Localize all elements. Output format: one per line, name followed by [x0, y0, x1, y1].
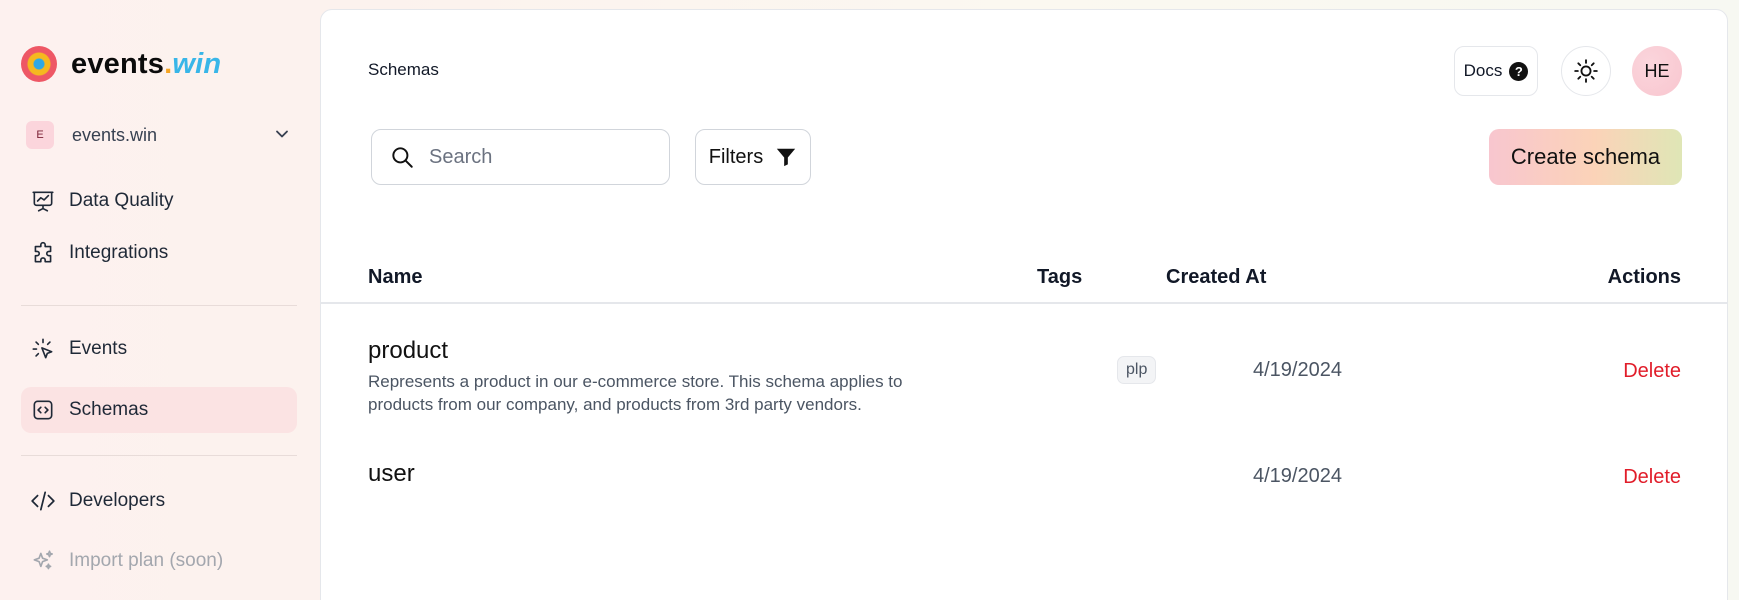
schema-name[interactable]: user — [368, 460, 415, 488]
presentation-chart-icon — [30, 188, 56, 214]
theme-toggle-button[interactable] — [1561, 46, 1611, 96]
brand-name: events.win — [71, 47, 222, 80]
docs-label: Docs — [1463, 61, 1503, 80]
sidebar-item-label: Integrations — [69, 242, 169, 263]
column-header-name[interactable]: Name — [368, 266, 422, 289]
sidebar-item-import-plan: Import plan (soon) — [21, 538, 297, 584]
sidebar-item-data-quality[interactable]: Data Quality — [21, 178, 297, 224]
column-header-created-at[interactable]: Created At — [1166, 266, 1266, 289]
sparkles-icon — [30, 548, 56, 574]
question-icon: ? — [1509, 61, 1529, 81]
funnel-icon — [777, 148, 796, 167]
sidebar-divider — [21, 305, 297, 306]
sidebar-divider — [21, 455, 297, 456]
chevron-down-icon — [276, 130, 288, 138]
created-at: 4/19/2024 — [1253, 359, 1342, 381]
workspace-badge: E — [26, 121, 54, 149]
delete-button[interactable]: Delete — [1623, 360, 1681, 383]
filters-label: Filters — [708, 145, 764, 168]
sidebar-item-integrations[interactable]: Integrations — [21, 230, 297, 276]
cursor-click-icon — [30, 336, 56, 362]
workspace-name: events.win — [72, 124, 158, 145]
sidebar-item-schemas[interactable]: Schemas — [21, 387, 297, 433]
search-icon — [392, 147, 413, 168]
sidebar-item-label: Import plan (soon) — [69, 550, 224, 571]
table-header-divider — [321, 302, 1727, 304]
sidebar: events.win E events.win Data Quality Int… — [0, 0, 320, 600]
sidebar-item-label: Events — [69, 338, 128, 359]
sun-icon — [1574, 59, 1598, 83]
search-input[interactable] — [429, 145, 649, 169]
delete-button[interactable]: Delete — [1623, 466, 1681, 489]
sidebar-item-label: Data Quality — [69, 190, 174, 211]
column-header-actions: Actions — [1607, 266, 1681, 288]
sidebar-item-developers[interactable]: Developers — [21, 478, 297, 524]
sidebar-item-label: Schemas — [69, 399, 149, 420]
page-title: Schemas — [368, 60, 439, 79]
filters-button[interactable]: Filters — [695, 129, 811, 185]
search-box[interactable] — [371, 129, 670, 185]
docs-button[interactable]: Docs ? — [1454, 46, 1538, 96]
logo-icon — [21, 46, 57, 82]
sidebar-item-label: Developers — [69, 490, 166, 511]
create-schema-button[interactable]: Create schema — [1489, 129, 1682, 185]
code-bracket-icon — [30, 488, 56, 514]
sidebar-item-events[interactable]: Events — [21, 326, 297, 372]
workspace-selector[interactable]: E events.win — [26, 120, 292, 150]
puzzle-icon — [30, 240, 56, 266]
main-panel: Schemas Docs ? HE Filters Create schema … — [320, 9, 1728, 600]
column-header-tags[interactable]: Tags — [1037, 266, 1082, 289]
schema-name[interactable]: product — [368, 337, 448, 365]
tag-badge[interactable]: plp — [1117, 356, 1157, 384]
brand[interactable]: events.win — [21, 46, 221, 82]
code-bracket-square-icon — [30, 397, 56, 423]
created-at: 4/19/2024 — [1253, 465, 1342, 487]
user-avatar[interactable]: HE — [1632, 46, 1682, 96]
schema-description: Represents a product in our e-commerce s… — [368, 372, 903, 414]
